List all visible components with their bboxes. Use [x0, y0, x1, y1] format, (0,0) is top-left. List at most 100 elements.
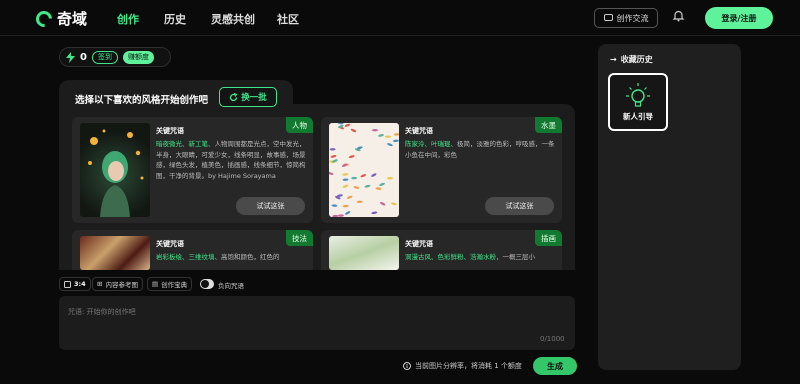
reference-image-button[interactable]: ⊞ 内容参考图: [92, 277, 143, 291]
style-card-figure[interactable]: 关键咒语 人物 暗夜微光、新工笔、人物周围都是光点，空中发光，半身，大眼睛，可爱…: [72, 117, 313, 223]
fish-mark: [342, 184, 349, 188]
fish-mark: [379, 182, 385, 186]
credit-bar: 0 签到 赚额度: [59, 47, 171, 67]
fish-mark: [392, 139, 399, 143]
panel-title: 选择以下喜欢的风格开始创作吧: [75, 95, 209, 106]
fish-mark: [372, 129, 378, 132]
negative-prompt-toggle[interactable]: [200, 279, 214, 289]
nav-history[interactable]: 历史: [164, 11, 186, 27]
style-card-illustration[interactable]: 关键咒语 插画 洞漫古风、色彩鲜粉、浩瀚水粉，一概三层小: [321, 230, 562, 270]
fish-mark: [342, 173, 349, 176]
card-desc: 洞漫古风、色彩鲜粉、浩瀚水粉，一概三层小: [405, 253, 535, 261]
fish-mark: [348, 155, 355, 159]
logo[interactable]: 奇域: [32, 7, 88, 30]
prompt-input[interactable]: [59, 296, 575, 350]
credit-count: 0: [80, 51, 87, 63]
reference-label: 内容参考图: [105, 281, 138, 289]
card-desc: 岩彩板绘、三维纹填、高饱和颜色，红色的: [156, 253, 280, 261]
fish-mark: [360, 174, 367, 178]
fish-mark: [331, 204, 338, 207]
fish-mark: [337, 214, 344, 217]
fish-mark: [356, 200, 363, 204]
gallery-label: 创作宝典: [161, 281, 188, 289]
nav-inspiration[interactable]: 灵感共创: [211, 11, 255, 27]
fish-mark: [332, 214, 339, 217]
ratio-selector[interactable]: 3:4: [59, 277, 91, 291]
refresh-icon: [230, 92, 238, 101]
card-tag: 插画: [535, 230, 562, 246]
try-button[interactable]: 试试这张: [485, 197, 554, 215]
brand-name: 奇域: [57, 10, 88, 28]
style-card-technique[interactable]: 关键咒语 技法 岩彩板绘、三维纹填、高饱和颜色，红色的: [72, 230, 313, 270]
fish-mark: [387, 176, 394, 180]
fish-mark: [387, 143, 393, 147]
chat-icon: [603, 14, 613, 21]
card-tag: 水墨: [535, 117, 562, 133]
ink-fish-image: [329, 123, 399, 217]
fish-mark: [353, 186, 360, 189]
fish-mark: [364, 184, 371, 188]
gallery-button[interactable]: ▤ 创作宝典: [147, 277, 193, 291]
fish-mark: [385, 135, 391, 138]
fish-mark: [344, 123, 351, 127]
fish-mark: [329, 148, 336, 151]
fish-mark: [351, 176, 358, 180]
history-title-row[interactable]: → 收藏历史: [610, 54, 653, 65]
plus-icon: ⊞: [97, 280, 103, 288]
try-button[interactable]: 试试这张: [236, 197, 305, 215]
nav-community[interactable]: 社区: [277, 11, 299, 27]
fish-mark: [329, 171, 334, 176]
fish-mark: [342, 204, 349, 208]
fish-mark: [345, 211, 351, 215]
fish-mark: [375, 187, 382, 190]
history-title: 收藏历史: [620, 55, 653, 64]
technique-image: [80, 236, 150, 270]
lightning-icon: [66, 51, 75, 63]
negative-prompt-label: 负向咒语: [218, 282, 244, 290]
generate-button[interactable]: 生成: [533, 357, 577, 375]
fish-mark: [390, 202, 397, 206]
card-tag: 技法: [286, 230, 313, 246]
fish-mark: [393, 133, 399, 136]
newbie-guide-label: 新人引导: [623, 112, 653, 121]
create-exchange-label: 创作交流: [616, 13, 649, 23]
ratio-icon: [64, 280, 71, 288]
prompt-placeholder: 咒语: 开始你的创作吧: [68, 308, 136, 316]
ratio-value: 3:4: [74, 280, 86, 288]
card-label: 关键咒语: [405, 127, 433, 135]
fish-mark: [378, 134, 384, 137]
card-desc: 陈家泠、叶瑞琨、极简，淡雅的色彩，哼吸感，一条小鱼在中间，彩色: [405, 140, 555, 159]
fish-mark: [379, 201, 386, 206]
fish-mark: [346, 195, 353, 199]
card-desc: 暗夜微光、新工笔、人物周围都是光点，空中发光，半身，大眼睛，可爱少女，线条明显，…: [156, 140, 306, 180]
char-counter: 0/1000: [540, 335, 565, 343]
fish-mark: [350, 128, 357, 133]
card-label: 关键咒语: [156, 127, 184, 135]
bell-icon[interactable]: [672, 9, 685, 22]
cost-notice: 当前图片分辨率，将消耗 1 个额度: [403, 361, 522, 371]
logo-icon: [32, 7, 56, 30]
fish-mark: [337, 123, 344, 125]
arrow-right-icon: →: [610, 55, 617, 64]
create-exchange-button[interactable]: 创作交流: [594, 8, 658, 28]
checkin-button[interactable]: 签到: [91, 50, 118, 64]
card-tag: 人物: [286, 117, 313, 133]
login-button[interactable]: 登录/注册: [705, 7, 773, 29]
lightbulb-icon: [626, 83, 650, 107]
newbie-guide-card[interactable]: [608, 73, 668, 131]
fish-mark: [371, 211, 378, 215]
fish-mark: [342, 178, 349, 181]
fish-mark: [371, 173, 377, 177]
info-icon: [403, 362, 411, 370]
swap-label: 换一批: [241, 93, 267, 103]
card-label: 关键咒语: [156, 240, 184, 248]
card-label: 关键咒语: [405, 240, 433, 248]
nav-create[interactable]: 创作: [117, 11, 139, 27]
illustration-image: [329, 236, 399, 270]
cost-text: 当前图片分辨率，将消耗 1 个额度: [415, 362, 522, 370]
style-card-ink[interactable]: 关键咒语 水墨 陈家泠、叶瑞琨、极简，淡雅的色彩，哼吸感，一条小鱼在中间，彩色 …: [321, 117, 562, 223]
book-icon: ▤: [152, 280, 159, 288]
earn-quota-button[interactable]: 赚额度: [122, 50, 154, 64]
swap-button[interactable]: 换一批: [219, 87, 277, 107]
figure-image: [80, 123, 150, 217]
